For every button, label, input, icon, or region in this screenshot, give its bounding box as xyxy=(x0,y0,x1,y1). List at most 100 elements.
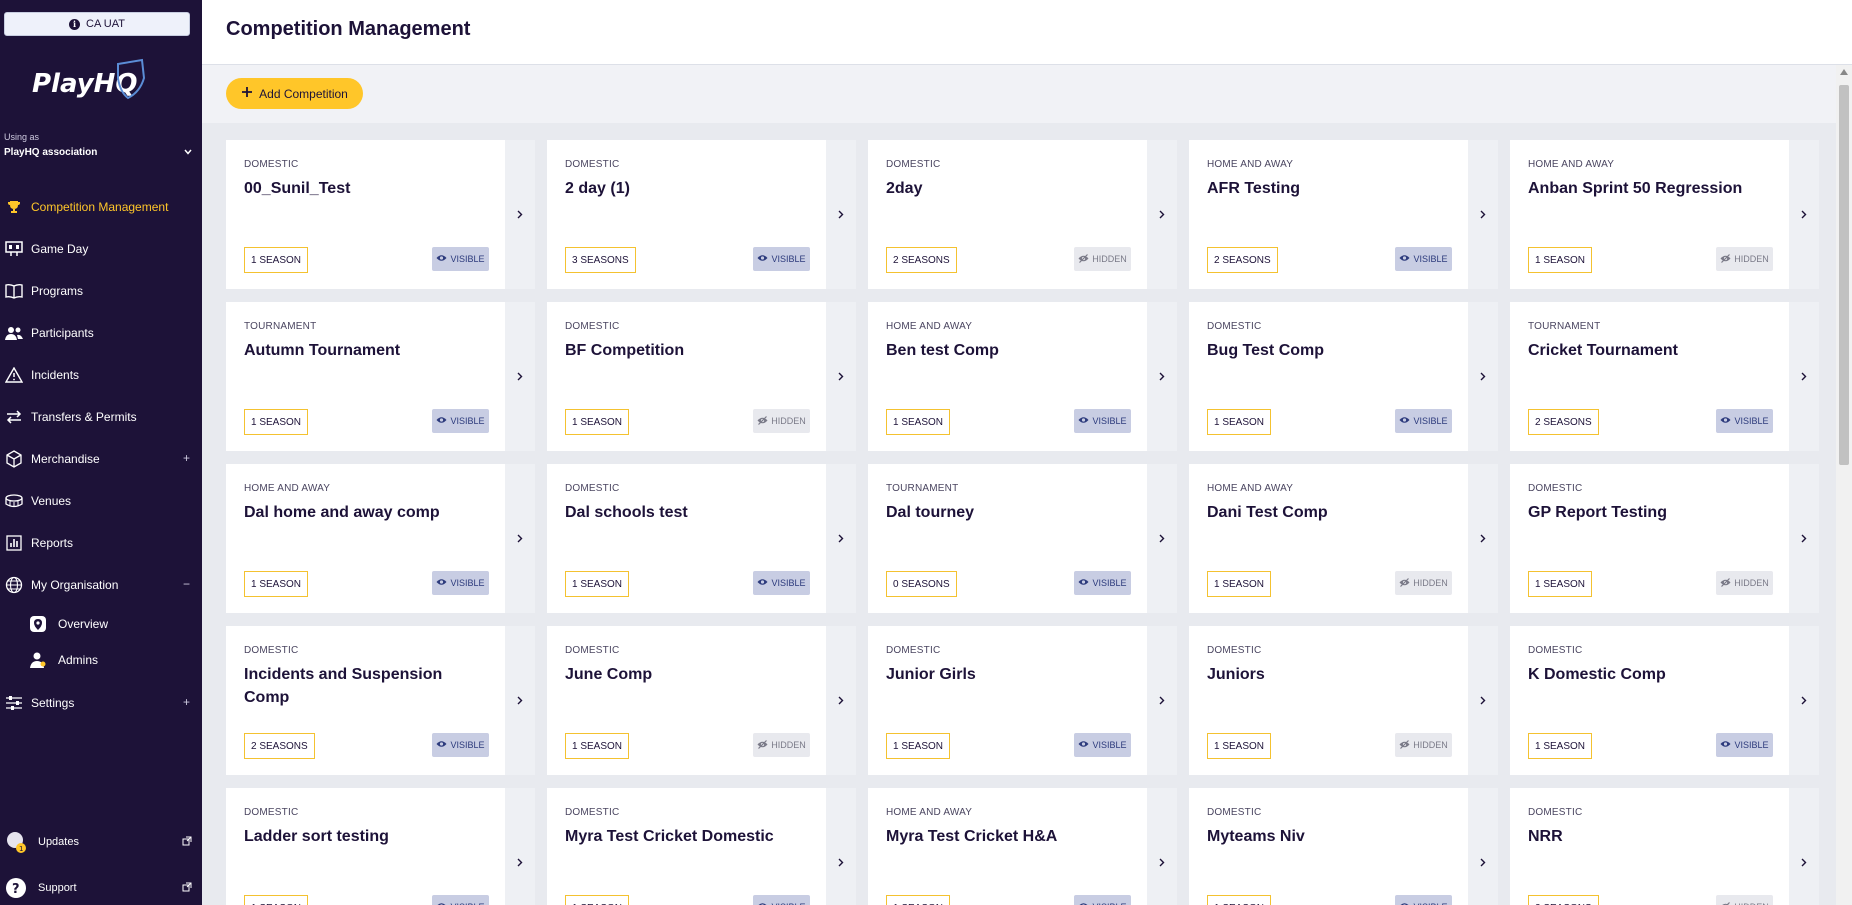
competition-card[interactable]: TOURNAMENT Autumn Tournament 1 SEASON VISIB… xyxy=(226,302,535,451)
open-competition-arrow[interactable] xyxy=(1789,302,1819,451)
open-competition-arrow[interactable] xyxy=(826,140,856,289)
competition-card[interactable]: DOMESTIC Dal schools test 1 SEASON VISIBLE xyxy=(547,464,856,613)
competition-card[interactable]: DOMESTIC Bug Test Comp 1 SEASON VISIBLE xyxy=(1189,302,1498,451)
nav-subitem-overview[interactable]: Overview xyxy=(0,606,202,642)
competition-card[interactable]: HOME AND AWAY Myra Test Cricket H&A 1 SEAS… xyxy=(868,788,1177,905)
environment-badge[interactable]: i CA UAT xyxy=(4,12,190,36)
open-competition-arrow[interactable] xyxy=(505,626,535,775)
competition-card[interactable]: DOMESTIC GP Report Testing 1 SEASON HIDDEN xyxy=(1510,464,1819,613)
nav-subitem-admins[interactable]: Admins xyxy=(0,642,202,678)
open-competition-arrow[interactable] xyxy=(505,302,535,451)
nav-item-settings[interactable]: Settings + xyxy=(0,682,202,724)
organisation-selector[interactable]: PlayHQ association xyxy=(4,147,192,158)
competition-card-body[interactable]: DOMESTIC Junior Girls 1 SEASON VISIBLE xyxy=(868,626,1147,775)
open-competition-arrow[interactable] xyxy=(505,788,535,905)
competition-card-body[interactable]: HOME AND AWAY Myra Test Cricket H&A 1 SEAS… xyxy=(868,788,1147,905)
scrollbar[interactable] xyxy=(1836,65,1852,905)
open-competition-arrow[interactable] xyxy=(1468,464,1498,613)
competition-card-body[interactable]: DOMESTIC Juniors 1 SEASON HIDDEN xyxy=(1189,626,1468,775)
competition-card-body[interactable]: DOMESTIC 2 day (1) 3 SEASONS VISIBLE xyxy=(547,140,826,289)
expand-icon[interactable]: + xyxy=(183,451,190,465)
open-competition-arrow[interactable] xyxy=(1789,626,1819,775)
competition-card-body[interactable]: DOMESTIC GP Report Testing 1 SEASON HIDDEN xyxy=(1510,464,1789,613)
open-competition-arrow[interactable] xyxy=(1147,788,1177,905)
competition-card-body[interactable]: DOMESTIC NRR 2 SEASONS HIDDEN xyxy=(1510,788,1789,905)
open-competition-arrow[interactable] xyxy=(1789,140,1819,289)
nav-item-programs[interactable]: Programs xyxy=(0,270,202,312)
competition-card[interactable]: DOMESTIC June Comp 1 SEASON HIDDEN xyxy=(547,626,856,775)
open-competition-arrow[interactable] xyxy=(826,626,856,775)
competition-card[interactable]: TOURNAMENT Cricket Tournament 2 SEASONS VIS… xyxy=(1510,302,1819,451)
competition-card[interactable]: DOMESTIC 00_Sunil_Test 1 SEASON VISIBLE xyxy=(226,140,535,289)
open-competition-arrow[interactable] xyxy=(1468,302,1498,451)
competition-card-body[interactable]: HOME AND AWAY Anban Sprint 50 Regression 1… xyxy=(1510,140,1789,289)
expand-icon[interactable]: + xyxy=(183,695,190,709)
playhq-logo[interactable]: PlayHQ xyxy=(32,58,152,110)
open-competition-arrow[interactable] xyxy=(1468,626,1498,775)
open-competition-arrow[interactable] xyxy=(505,140,535,289)
competition-card-body[interactable]: DOMESTIC BF Competition 1 SEASON HIDDEN xyxy=(547,302,826,451)
competition-card[interactable]: TOURNAMENT Dal tourney 0 SEASONS VISIBLE xyxy=(868,464,1177,613)
updates-link[interactable]: 1 Updates xyxy=(4,828,192,856)
open-competition-arrow[interactable] xyxy=(1789,788,1819,905)
open-competition-arrow[interactable] xyxy=(505,464,535,613)
add-competition-button[interactable]: Add Competition xyxy=(226,78,363,109)
competition-card-body[interactable]: DOMESTIC K Domestic Comp 1 SEASON VISIBLE xyxy=(1510,626,1789,775)
collapse-icon[interactable]: − xyxy=(183,577,190,591)
competition-card-body[interactable]: TOURNAMENT Dal tourney 0 SEASONS VISIBLE xyxy=(868,464,1147,613)
nav-item-game-day[interactable]: Game Day xyxy=(0,228,202,270)
support-link[interactable]: ? Support xyxy=(4,874,192,902)
open-competition-arrow[interactable] xyxy=(826,464,856,613)
competition-card-body[interactable]: HOME AND AWAY Dal home and away comp 1 SEA… xyxy=(226,464,505,613)
open-competition-arrow[interactable] xyxy=(1147,464,1177,613)
nav-item-transfers-permits[interactable]: Transfers & Permits xyxy=(0,396,202,438)
competition-card-body[interactable]: DOMESTIC Dal schools test 1 SEASON VISIBLE xyxy=(547,464,826,613)
open-competition-arrow[interactable] xyxy=(1147,140,1177,289)
competition-card-body[interactable]: TOURNAMENT Autumn Tournament 1 SEASON VISIB… xyxy=(226,302,505,451)
nav-item-incidents[interactable]: Incidents xyxy=(0,354,202,396)
competition-card-body[interactable]: HOME AND AWAY Dani Test Comp 1 SEASON HIDDE… xyxy=(1189,464,1468,613)
scroll-thumb[interactable] xyxy=(1839,85,1849,465)
competition-card[interactable]: DOMESTIC 2 day (1) 3 SEASONS VISIBLE xyxy=(547,140,856,289)
competition-card-body[interactable]: DOMESTIC Ladder sort testing 1 SEASON VISIB… xyxy=(226,788,505,905)
nav-item-participants[interactable]: Participants xyxy=(0,312,202,354)
competition-card-body[interactable]: HOME AND AWAY Ben test Comp 1 SEASON VISIBL… xyxy=(868,302,1147,451)
competition-card[interactable]: DOMESTIC Myteams Niv 1 SEASON VISIBLE xyxy=(1189,788,1498,905)
open-competition-arrow[interactable] xyxy=(1147,626,1177,775)
competition-card[interactable]: HOME AND AWAY Dal home and away comp 1 SEA… xyxy=(226,464,535,613)
competition-card-body[interactable]: DOMESTIC Myra Test Cricket Domestic 1 SEAS… xyxy=(547,788,826,905)
competition-card[interactable]: DOMESTIC Juniors 1 SEASON HIDDEN xyxy=(1189,626,1498,775)
nav-item-venues[interactable]: Venues xyxy=(0,480,202,522)
competition-card[interactable]: HOME AND AWAY AFR Testing 2 SEASONS VISIBLE xyxy=(1189,140,1498,289)
scroll-up-arrow[interactable] xyxy=(1840,69,1848,75)
competition-card-body[interactable]: DOMESTIC Bug Test Comp 1 SEASON VISIBLE xyxy=(1189,302,1468,451)
open-competition-arrow[interactable] xyxy=(1789,464,1819,613)
open-competition-arrow[interactable] xyxy=(826,788,856,905)
competition-card[interactable]: DOMESTIC BF Competition 1 SEASON HIDDEN xyxy=(547,302,856,451)
open-competition-arrow[interactable] xyxy=(1468,140,1498,289)
nav-item-my-organisation[interactable]: My Organisation − xyxy=(0,564,202,606)
competition-card[interactable]: HOME AND AWAY Anban Sprint 50 Regression 1… xyxy=(1510,140,1819,289)
competition-card-body[interactable]: DOMESTIC Incidents and Suspension Comp 2 S… xyxy=(226,626,505,775)
competition-card-body[interactable]: DOMESTIC Myteams Niv 1 SEASON VISIBLE xyxy=(1189,788,1468,905)
competition-card[interactable]: HOME AND AWAY Dani Test Comp 1 SEASON HIDDE… xyxy=(1189,464,1498,613)
competition-card[interactable]: DOMESTIC Myra Test Cricket Domestic 1 SEAS… xyxy=(547,788,856,905)
competition-card[interactable]: DOMESTIC K Domestic Comp 1 SEASON VISIBLE xyxy=(1510,626,1819,775)
competition-card-body[interactable]: DOMESTIC June Comp 1 SEASON HIDDEN xyxy=(547,626,826,775)
competition-card[interactable]: DOMESTIC Ladder sort testing 1 SEASON VISIB… xyxy=(226,788,535,905)
open-competition-arrow[interactable] xyxy=(826,302,856,451)
competition-card-body[interactable]: DOMESTIC 2day 2 SEASONS HIDDEN xyxy=(868,140,1147,289)
competition-card[interactable]: DOMESTIC Incidents and Suspension Comp 2 S… xyxy=(226,626,535,775)
nav-item-competition-management[interactable]: Competition Management xyxy=(0,186,202,228)
competition-card[interactable]: DOMESTIC Junior Girls 1 SEASON VISIBLE xyxy=(868,626,1177,775)
nav-item-merchandise[interactable]: Merchandise + xyxy=(0,438,202,480)
competition-card-body[interactable]: DOMESTIC 00_Sunil_Test 1 SEASON VISIBLE xyxy=(226,140,505,289)
competition-card[interactable]: DOMESTIC 2day 2 SEASONS HIDDEN xyxy=(868,140,1177,289)
nav-item-reports[interactable]: Reports xyxy=(0,522,202,564)
competition-card[interactable]: HOME AND AWAY Ben test Comp 1 SEASON VISIBL… xyxy=(868,302,1177,451)
open-competition-arrow[interactable] xyxy=(1468,788,1498,905)
competition-card-body[interactable]: TOURNAMENT Cricket Tournament 2 SEASONS VIS… xyxy=(1510,302,1789,451)
competition-card[interactable]: DOMESTIC NRR 2 SEASONS HIDDEN xyxy=(1510,788,1819,905)
competition-card-body[interactable]: HOME AND AWAY AFR Testing 2 SEASONS VISIBLE xyxy=(1189,140,1468,289)
open-competition-arrow[interactable] xyxy=(1147,302,1177,451)
